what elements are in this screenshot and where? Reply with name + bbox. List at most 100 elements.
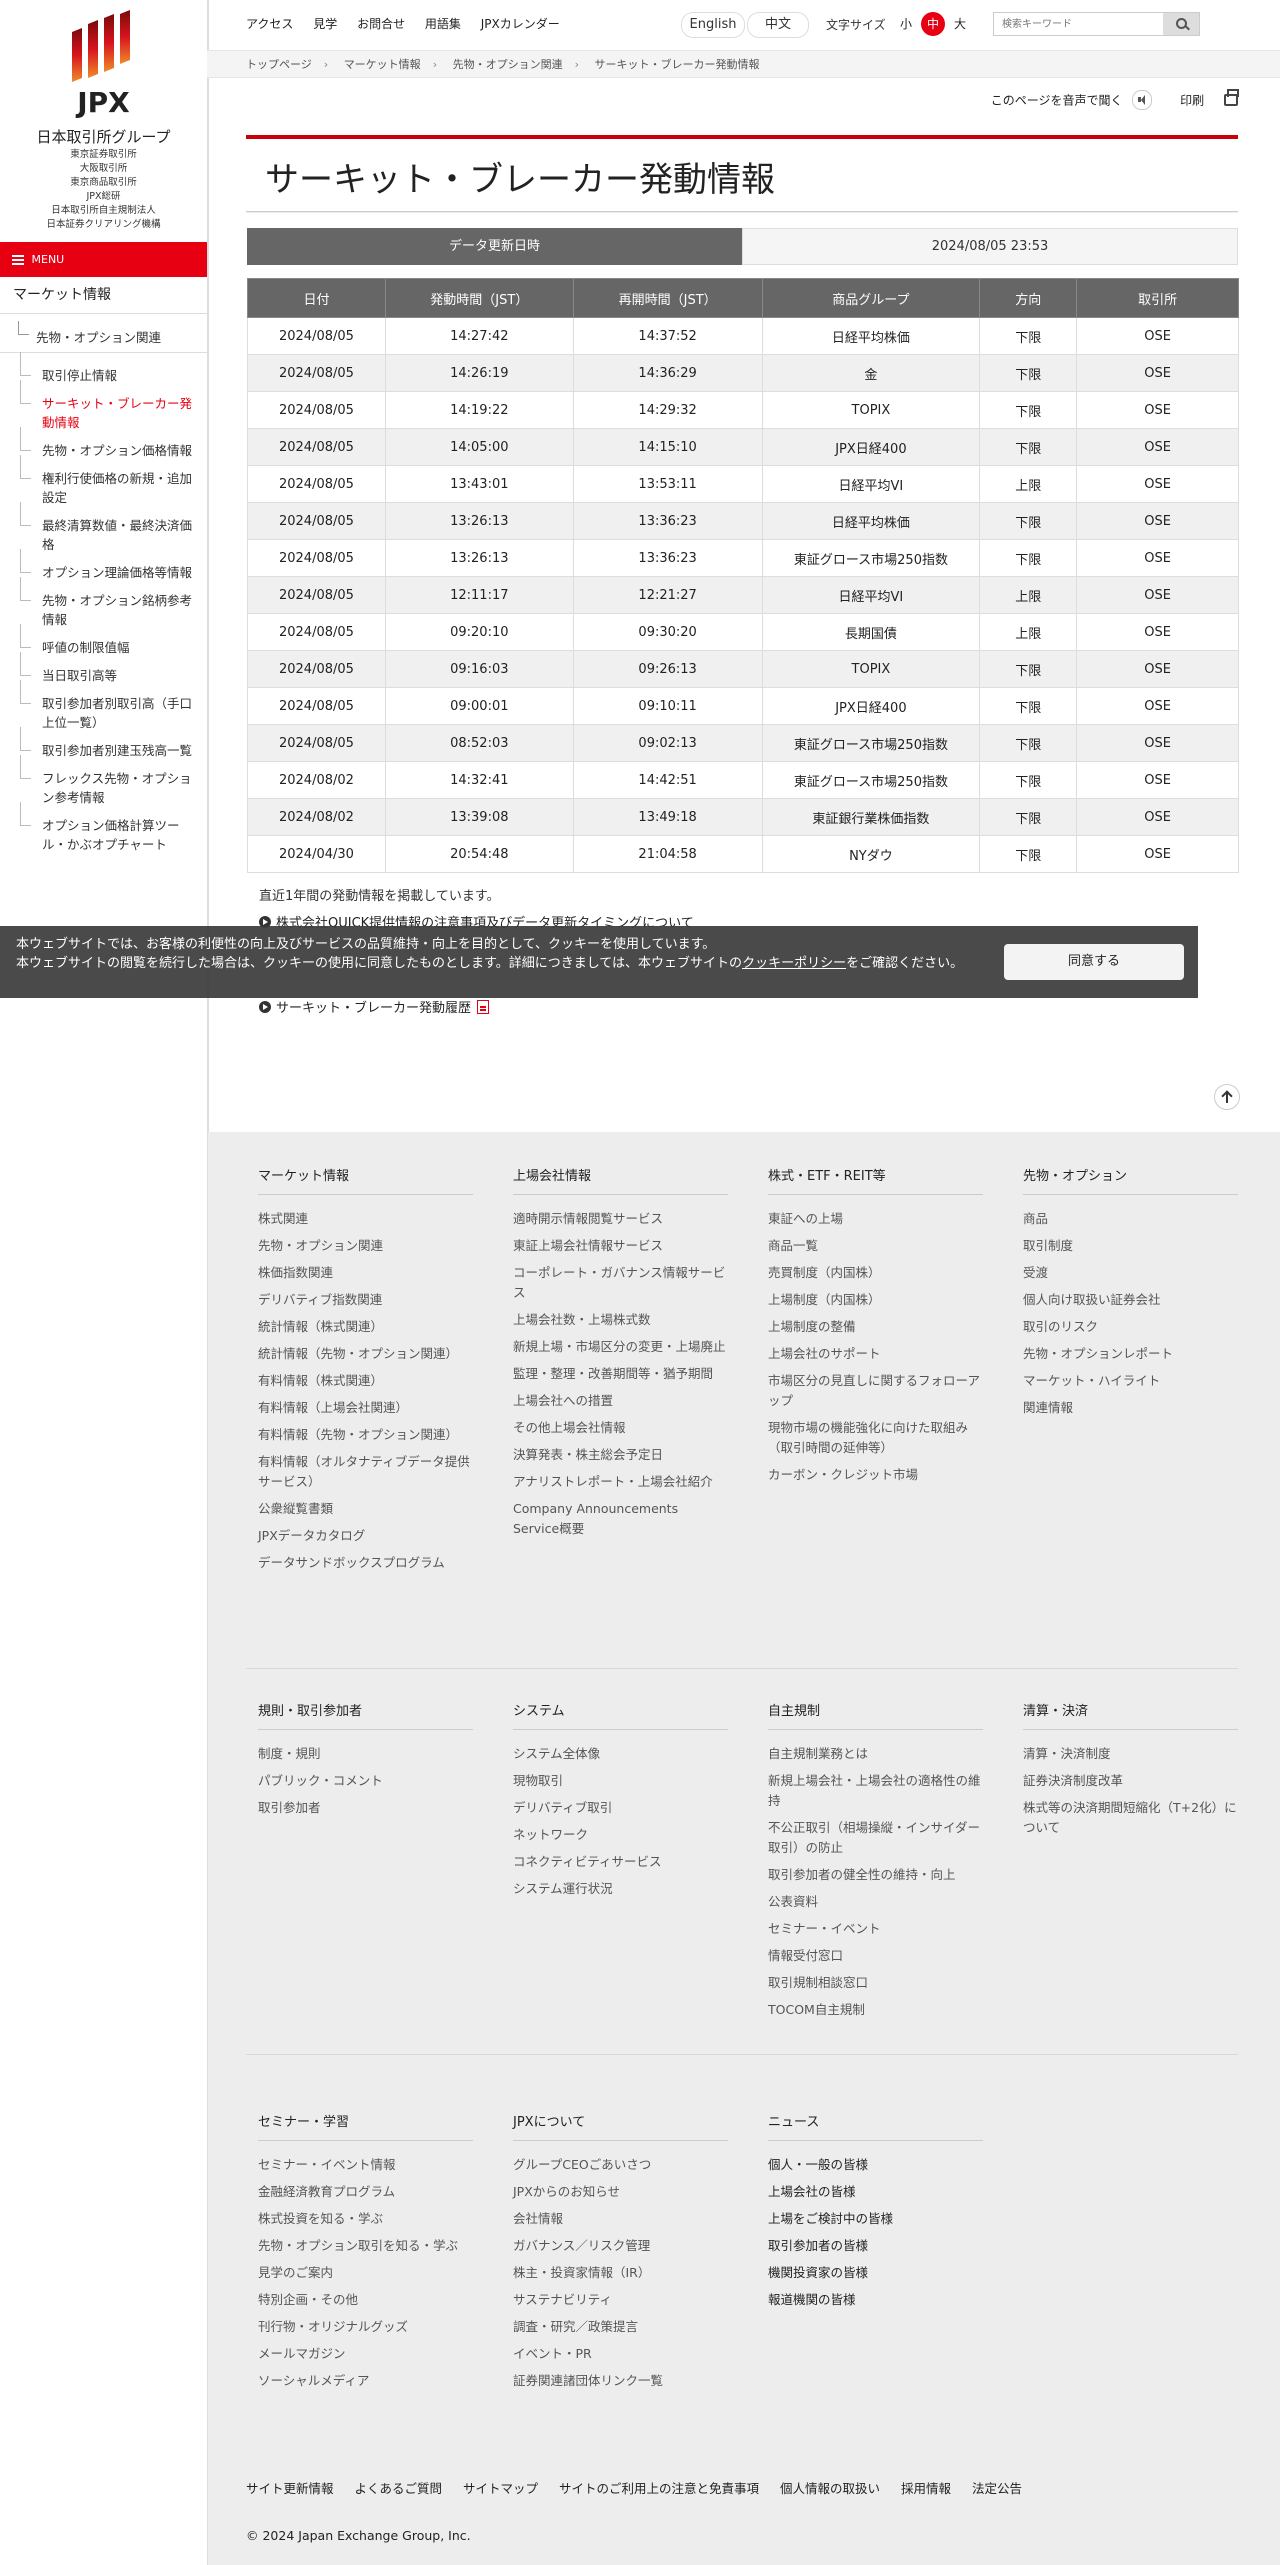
footer-link[interactable]: 監理・整理・改善期間等・猶予期間 [513,1364,728,1384]
footer-link[interactable]: ソーシャルメディア [258,2371,473,2391]
footer-link[interactable]: サイトのご利用上の注意と免責事項 [559,2481,759,2496]
footer-column-heading[interactable]: マーケット情報 [258,1165,473,1195]
footer-link[interactable]: 見学のご案内 [258,2263,473,2283]
nav-link-glossary[interactable]: 用語集 [425,17,461,31]
footer-link[interactable]: 商品一覧 [768,1236,983,1256]
footer-link[interactable]: 売買制度（内国株） [768,1263,983,1283]
footer-link[interactable]: 東証上場会社情報サービス [513,1236,728,1256]
nav-link-tour[interactable]: 見学 [313,17,337,31]
sidebar-subitem[interactable]: 権利行使価格の新規・追加設定 [20,455,200,507]
footer-link[interactable]: 自主規制業務とは [768,1744,983,1764]
footer-link[interactable]: セミナー・イベント [768,1919,983,1939]
footer-link[interactable]: JPXからのお知らせ [513,2182,728,2202]
sidebar-subitem[interactable]: フレックス先物・オプション参考情報 [20,755,200,807]
footer-link[interactable]: サステナビリティ [513,2290,728,2310]
footer-link[interactable]: 新規上場・市場区分の変更・上場廃止 [513,1337,728,1357]
footer-link[interactable]: メールマガジン [258,2344,473,2364]
footer-link[interactable]: 個人情報の取扱い [780,2481,880,2496]
print-button[interactable]: 印刷 [1180,94,1204,108]
footer-link[interactable]: 新規上場会社・上場会社の適格性の維持 [768,1771,983,1811]
footer-link[interactable]: Company Announcements Service概要 [513,1499,728,1539]
footer-link[interactable]: 株主・投資家情報（IR） [513,2263,728,2283]
sidebar-subitem[interactable]: 先物・オプション価格情報 [20,427,200,460]
footer-link[interactable]: 株価指数関連 [258,1263,473,1283]
footer-link[interactable]: デリバティブ指数関連 [258,1290,473,1310]
footer-link[interactable]: 東証への上場 [768,1209,983,1229]
footer-column-heading[interactable]: 清算・決済 [1023,1700,1238,1730]
footer-link[interactable]: 先物・オプションレポート [1023,1344,1238,1364]
footer-column-heading[interactable]: 規則・取引参加者 [258,1700,473,1730]
footer-link[interactable]: TOCOM自主規制 [768,2000,983,2020]
search-input[interactable] [994,13,1174,35]
footer-link[interactable]: パブリック・コメント [258,1771,473,1791]
breadcrumb-item[interactable]: トップページ [246,58,312,71]
sidebar-subitem[interactable]: 当日取引高等 [20,652,200,685]
footer-link[interactable]: コーポレート・ガバナンス情報サービス [513,1263,728,1303]
footer-link[interactable]: グループCEOごあいさつ [513,2155,728,2175]
footer-link[interactable]: ネットワーク [513,1825,728,1845]
footer-link[interactable]: 統計情報（先物・オプション関連） [258,1344,473,1364]
footer-link[interactable]: 上場制度の整備 [768,1317,983,1337]
footer-link[interactable]: 上場会社の皆様 [768,2182,983,2202]
footer-link[interactable]: 上場会社数・上場株式数 [513,1310,728,1330]
footer-link[interactable]: JPXデータカタログ [258,1526,473,1546]
footer-column-heading[interactable]: 株式・ETF・REIT等 [768,1165,983,1195]
footer-link[interactable]: 情報受付窓口 [768,1946,983,1966]
footer-link[interactable]: 受渡 [1023,1263,1238,1283]
footer-link[interactable]: 機関投資家の皆様 [768,2263,983,2283]
footer-column-heading[interactable]: 先物・オプション [1023,1165,1238,1195]
footer-link[interactable]: 統計情報（株式関連） [258,1317,473,1337]
sidebar-subitem[interactable]: オプション価格計算ツール・かぶオプチャート [20,802,200,854]
footer-link[interactable]: 刊行物・オリジナルグッズ [258,2317,473,2337]
footer-link[interactable]: 制度・規則 [258,1744,473,1764]
footer-link[interactable]: 株式等の決済期間短縮化（T+2化）について [1023,1798,1238,1838]
footer-link[interactable]: 市場区分の見直しに関するフォローアップ [768,1371,983,1411]
footer-link[interactable]: サイト更新情報 [246,2481,334,2496]
footer-link[interactable]: 先物・オプション関連 [258,1236,473,1256]
footer-link[interactable]: マーケット・ハイライト [1023,1371,1238,1391]
sidebar-subitem[interactable]: 先物・オプション銘柄参考情報 [20,577,200,629]
menu-button[interactable]: MENU [0,242,207,277]
lang-english-button[interactable]: English [681,12,745,38]
footer-link[interactable]: 有料情報（オルタナティブデータ提供サービス） [258,1452,473,1492]
footer-link[interactable]: 上場会社への措置 [513,1391,728,1411]
footer-link[interactable]: 取引のリスク [1023,1317,1238,1337]
footer-column-heading[interactable]: JPXについて [513,2111,728,2141]
back-to-top-arrow-icon[interactable] [1214,1084,1240,1110]
footer-link[interactable]: 有料情報（上場会社関連） [258,1398,473,1418]
footer-link[interactable]: その他上場会社情報 [513,1418,728,1438]
footer-link[interactable]: 金融経済教育プログラム [258,2182,473,2202]
footer-link[interactable]: 取引参加者の皆様 [768,2236,983,2256]
sidebar-subitem[interactable]: 呼値の制限值幅 [20,624,200,657]
footer-link[interactable]: 特別企画・その他 [258,2290,473,2310]
search-icon[interactable] [1163,13,1199,35]
sidebar-subitem[interactable]: 最終清算数値・最終決済価格 [20,502,200,554]
footer-column-heading[interactable]: 自主規制 [768,1700,983,1730]
sidebar-subitem[interactable]: 取引停止情報 [20,352,200,385]
speaker-icon[interactable] [1132,90,1153,110]
footer-column-heading[interactable]: セミナー・学習 [258,2111,473,2141]
footer-link[interactable]: 採用情報 [901,2481,951,2496]
footer-column-heading[interactable]: ニュース [768,2111,983,2141]
sidebar-subitem[interactable]: 取引参加者別建玉残高一覧 [20,727,200,760]
nav-link-calendar[interactable]: JPXカレンダー [481,17,560,31]
footer-link[interactable]: 証券関連諸団体リンク一覧 [513,2371,728,2391]
footer-link[interactable]: 会社情報 [513,2209,728,2229]
footer-link[interactable]: 取引規制相談窓口 [768,1973,983,1993]
jpx-logo[interactable]: JPX 日本取引所グループ 東京証券取引所 大阪取引所 東京商品取引所 JPX総… [0,0,207,242]
footer-link[interactable]: デリバティブ取引 [513,1798,728,1818]
footer-link[interactable]: システム運行状況 [513,1879,728,1899]
footer-link[interactable]: 現物取引 [513,1771,728,1791]
sidebar-item-futures-options[interactable]: 先物・オプション関連 [17,321,161,346]
footer-link[interactable]: 証券決済制度改革 [1023,1771,1238,1791]
lang-chinese-button[interactable]: 中文 [747,12,809,38]
footer-link[interactable]: アナリストレポート・上場会社紹介 [513,1472,728,1492]
footer-link[interactable]: 株式投資を知る・学ぶ [258,2209,473,2229]
footer-link[interactable]: 上場をご検討中の皆様 [768,2209,983,2229]
sidebar-subitem[interactable]: 取引参加者別取引高（手口上位一覧） [20,680,200,732]
footer-link[interactable]: 個人向け取扱い証券会社 [1023,1290,1238,1310]
footer-link[interactable]: データサンドボックスプログラム [258,1553,473,1573]
footer-column-heading[interactable]: システム [513,1700,728,1730]
footer-link[interactable]: 適時開示情報閲覧サービス [513,1209,728,1229]
listen-button[interactable]: このページを音声で聞く [991,94,1123,108]
